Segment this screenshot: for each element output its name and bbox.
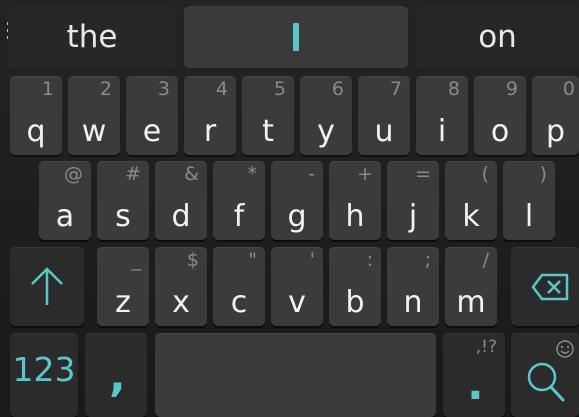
- search-key[interactable]: [511, 333, 579, 417]
- keyboard: the I on 1 q 2 w 3 e 4 r 5 t 6: [0, 0, 579, 417]
- key-q[interactable]: 1 q: [10, 76, 62, 155]
- key-s[interactable]: # s: [97, 161, 149, 240]
- key-hint: =: [415, 163, 431, 185]
- key-label: v: [288, 285, 306, 320]
- key-hint: ;: [424, 249, 431, 271]
- suggestion-middle-label: I: [293, 23, 299, 51]
- key-label: b: [345, 285, 365, 320]
- key-hint: 8: [447, 78, 460, 100]
- key-hint: 7: [389, 78, 402, 100]
- key-label: u: [374, 114, 394, 149]
- key-hint: $: [186, 249, 199, 271]
- key-c[interactable]: " c: [213, 247, 265, 326]
- key-hint: ': [309, 249, 315, 271]
- key-m[interactable]: / m: [445, 247, 497, 326]
- key-label: e: [142, 114, 162, 149]
- key-label: a: [55, 199, 75, 234]
- key-a[interactable]: @ a: [39, 161, 91, 240]
- key-g[interactable]: - g: [271, 161, 323, 240]
- shift-arrow-icon: [31, 267, 63, 305]
- period-key[interactable]: ,!? .: [443, 333, 505, 417]
- key-hint: ): [539, 163, 547, 185]
- symbols-key[interactable]: 123: [10, 333, 78, 417]
- suggestion-middle[interactable]: I: [184, 6, 408, 68]
- key-hint: 1: [41, 78, 54, 100]
- key-y[interactable]: 6 y: [300, 76, 352, 155]
- key-label: z: [115, 285, 131, 320]
- key-label: l: [524, 199, 534, 234]
- key-hint: #: [125, 163, 141, 185]
- backspace-icon: [531, 273, 569, 301]
- key-b[interactable]: : b: [329, 247, 381, 326]
- key-hint: &: [184, 163, 199, 185]
- key-hint: (: [481, 163, 489, 185]
- key-label: w: [81, 114, 107, 149]
- key-label: c: [230, 285, 248, 320]
- key-label: r: [203, 114, 217, 149]
- key-e[interactable]: 3 e: [126, 76, 178, 155]
- key-hint: ": [248, 249, 257, 271]
- key-hint: _: [131, 249, 142, 271]
- key-w[interactable]: 2 w: [68, 76, 120, 155]
- backspace-key[interactable]: [511, 247, 579, 326]
- key-label: j: [408, 199, 418, 234]
- key-j[interactable]: = j: [387, 161, 439, 240]
- key-label: t: [262, 114, 274, 149]
- key-z[interactable]: _ z: [97, 247, 149, 326]
- key-label: q: [26, 114, 46, 149]
- key-d[interactable]: & d: [155, 161, 207, 240]
- key-label: d: [171, 199, 191, 234]
- key-label: m: [456, 285, 486, 320]
- suggestion-right-label: on: [478, 19, 517, 55]
- key-n[interactable]: ; n: [387, 247, 439, 326]
- comma-key[interactable]: ,: [85, 333, 147, 417]
- key-label: o: [490, 114, 510, 149]
- comma-key-label: ,: [109, 351, 126, 402]
- key-hint: *: [247, 163, 258, 185]
- key-x[interactable]: $ x: [155, 247, 207, 326]
- key-h[interactable]: + h: [329, 161, 381, 240]
- key-t[interactable]: 5 t: [242, 76, 294, 155]
- key-hint: 4: [215, 78, 228, 100]
- key-label: x: [172, 285, 190, 320]
- key-p[interactable]: 0 p: [532, 76, 579, 155]
- key-label: s: [115, 199, 131, 234]
- space-bar[interactable]: [155, 333, 436, 417]
- key-hint: 2: [99, 78, 112, 100]
- key-v[interactable]: ' v: [271, 247, 323, 326]
- key-hint: 9: [505, 78, 518, 100]
- key-u[interactable]: 7 u: [358, 76, 410, 155]
- key-label: h: [345, 199, 365, 234]
- key-hint: +: [357, 163, 373, 185]
- key-l[interactable]: ) l: [503, 161, 555, 240]
- symbols-key-label: 123: [12, 350, 76, 389]
- suggestion-right[interactable]: on: [416, 6, 579, 68]
- key-label: k: [462, 199, 480, 234]
- key-hint: 0: [562, 78, 575, 100]
- key-hint: /: [482, 249, 489, 271]
- key-hint: 6: [331, 78, 344, 100]
- key-r[interactable]: 4 r: [184, 76, 236, 155]
- key-i[interactable]: 8 i: [416, 76, 468, 155]
- key-label: n: [403, 285, 423, 320]
- key-label: g: [287, 199, 307, 234]
- key-o[interactable]: 9 o: [474, 76, 526, 155]
- period-key-hint: ,!?: [475, 337, 497, 357]
- key-hint: -: [308, 163, 315, 185]
- key-hint: :: [366, 249, 373, 271]
- key-hint: 5: [273, 78, 286, 100]
- key-hint: 3: [157, 78, 170, 100]
- shift-key[interactable]: [10, 247, 84, 326]
- search-icon: [527, 362, 565, 402]
- key-label: y: [317, 114, 335, 149]
- suggestion-left-label: the: [66, 19, 118, 55]
- key-label: i: [437, 114, 447, 149]
- key-hint: @: [64, 163, 83, 185]
- key-f[interactable]: * f: [213, 161, 265, 240]
- suggestion-left[interactable]: the: [8, 6, 176, 68]
- key-label: f: [233, 199, 245, 234]
- period-key-label: .: [467, 359, 484, 410]
- key-k[interactable]: ( k: [445, 161, 497, 240]
- key-label: p: [545, 114, 566, 149]
